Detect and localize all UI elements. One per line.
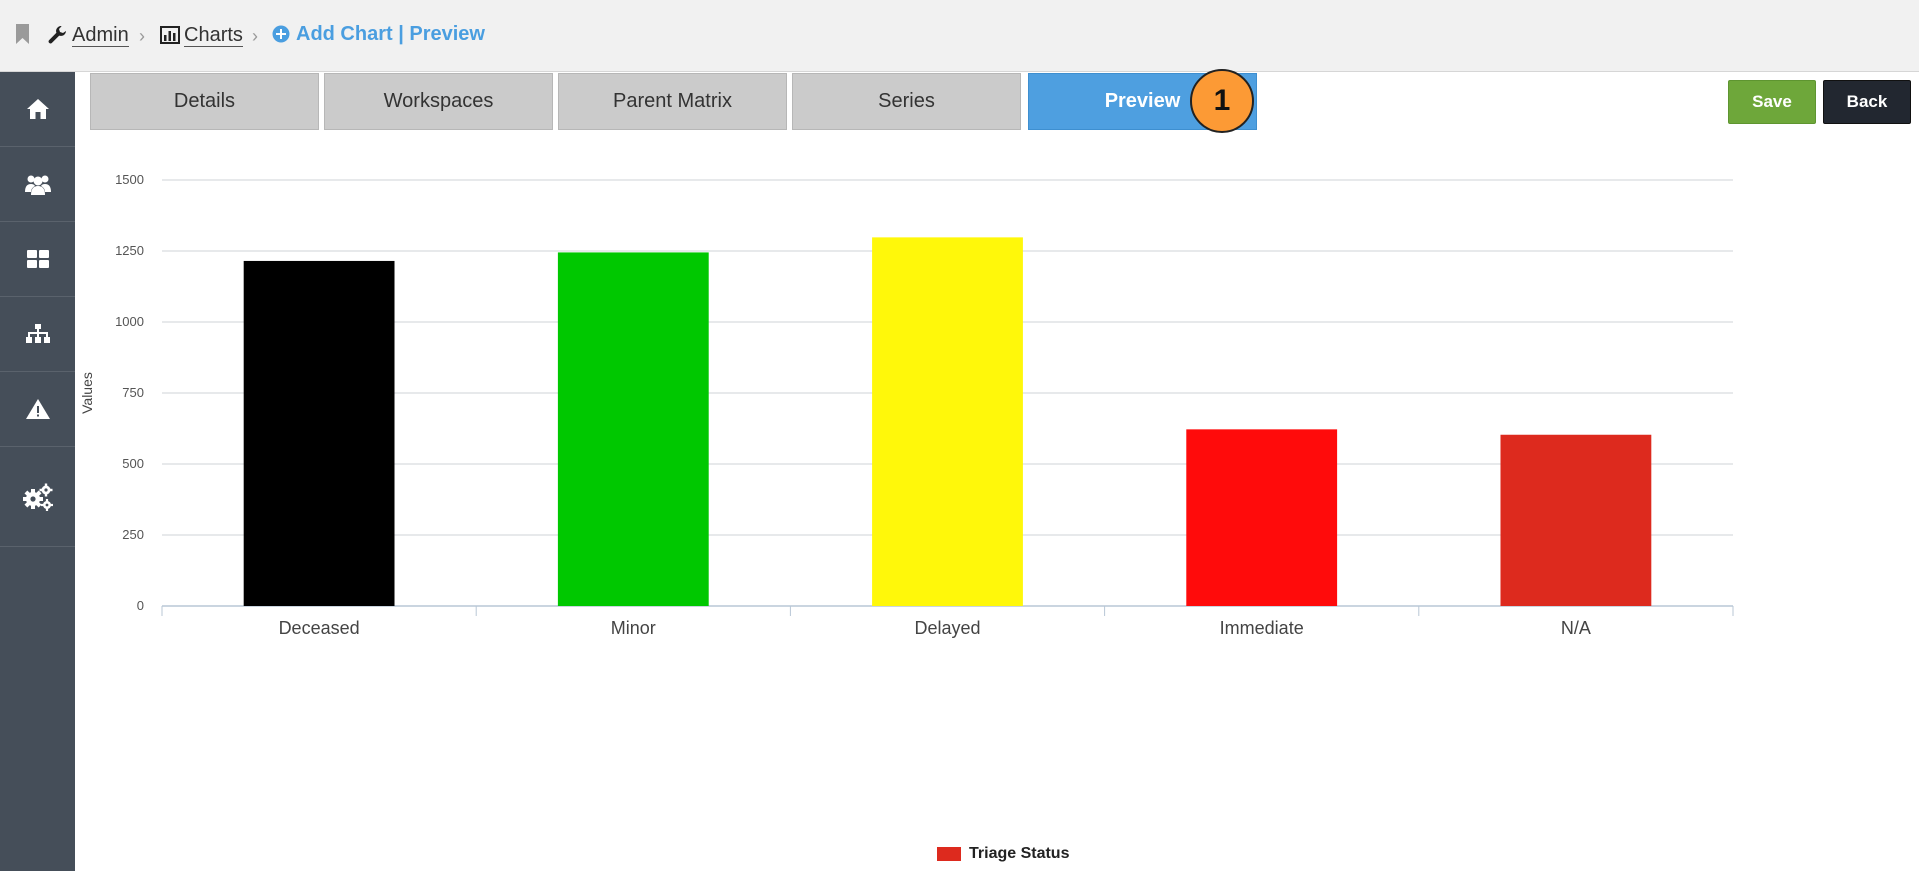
breadcrumb-current-label: Add Chart | Preview (296, 22, 485, 45)
sidebar-item-settings[interactable] (0, 447, 75, 547)
tab-parent-matrix[interactable]: Parent Matrix (558, 73, 787, 130)
legend-swatch (937, 847, 961, 861)
bar-chart-icon (160, 26, 180, 44)
users-icon (24, 175, 51, 195)
sidebar-item-sitemap[interactable] (0, 297, 75, 372)
sidebar-item-alerts[interactable] (0, 372, 75, 447)
y-tick-label: 1250 (115, 243, 144, 258)
tab-series[interactable]: Series (792, 73, 1021, 130)
bar-na (1500, 434, 1652, 606)
bar-chart: 0 250 500 750 1000 1250 1500 Deceased Minor Delay… (79, 172, 1734, 638)
dashboard-icon (26, 250, 49, 268)
gears-icon (22, 483, 53, 511)
x-tick-label: Deceased (279, 618, 360, 638)
y-tick-label: 1500 (115, 172, 144, 187)
breadcrumb-current: Add Chart | Preview (272, 21, 485, 47)
sidebar-item-dashboard[interactable] (0, 222, 75, 297)
tab-details[interactable]: Details (90, 73, 319, 130)
x-tick-label: Minor (611, 618, 656, 638)
top-bar: Admin › Charts › Add Chart | Preview (0, 0, 1919, 72)
bookmark-icon[interactable] (16, 24, 29, 44)
plus-circle-icon (272, 25, 290, 43)
wrench-icon (48, 26, 66, 44)
sidebar-item-home[interactable] (0, 72, 75, 147)
sidebar (0, 72, 75, 871)
tab-workspaces[interactable]: Workspaces (324, 73, 553, 130)
bar-immediate (1186, 429, 1338, 606)
y-tick-label: 750 (122, 385, 144, 400)
sidebar-item-users[interactable] (0, 147, 75, 222)
bar-minor (557, 252, 709, 607)
breadcrumb-separator: › (139, 26, 145, 46)
x-tick-label: Immediate (1220, 618, 1304, 638)
breadcrumb-charts-label[interactable]: Charts (184, 24, 243, 47)
y-tick-label: 500 (122, 456, 144, 471)
breadcrumb-charts[interactable]: Charts (160, 22, 243, 48)
home-icon (26, 99, 49, 119)
breadcrumb-admin[interactable]: Admin (48, 22, 129, 48)
bar-delayed (872, 237, 1023, 607)
save-button[interactable]: Save (1728, 80, 1816, 124)
y-axis-label: Values (79, 372, 95, 414)
chart-legend[interactable]: Triage Status (937, 845, 1069, 863)
breadcrumb-separator: › (252, 26, 258, 46)
legend-label: Triage Status (969, 845, 1070, 862)
warning-icon (25, 399, 50, 419)
step-badge: 1 (1190, 69, 1254, 133)
y-tick-label: 0 (137, 598, 144, 613)
sitemap-icon (25, 324, 50, 343)
x-tick-label: Delayed (914, 618, 980, 638)
y-tick-label: 1000 (115, 314, 144, 329)
y-tick-label: 250 (122, 527, 144, 542)
bar-deceased (243, 260, 395, 606)
back-button[interactable]: Back (1823, 80, 1911, 124)
x-tick-label: N/A (1561, 618, 1591, 638)
breadcrumb-admin-label[interactable]: Admin (72, 24, 129, 47)
